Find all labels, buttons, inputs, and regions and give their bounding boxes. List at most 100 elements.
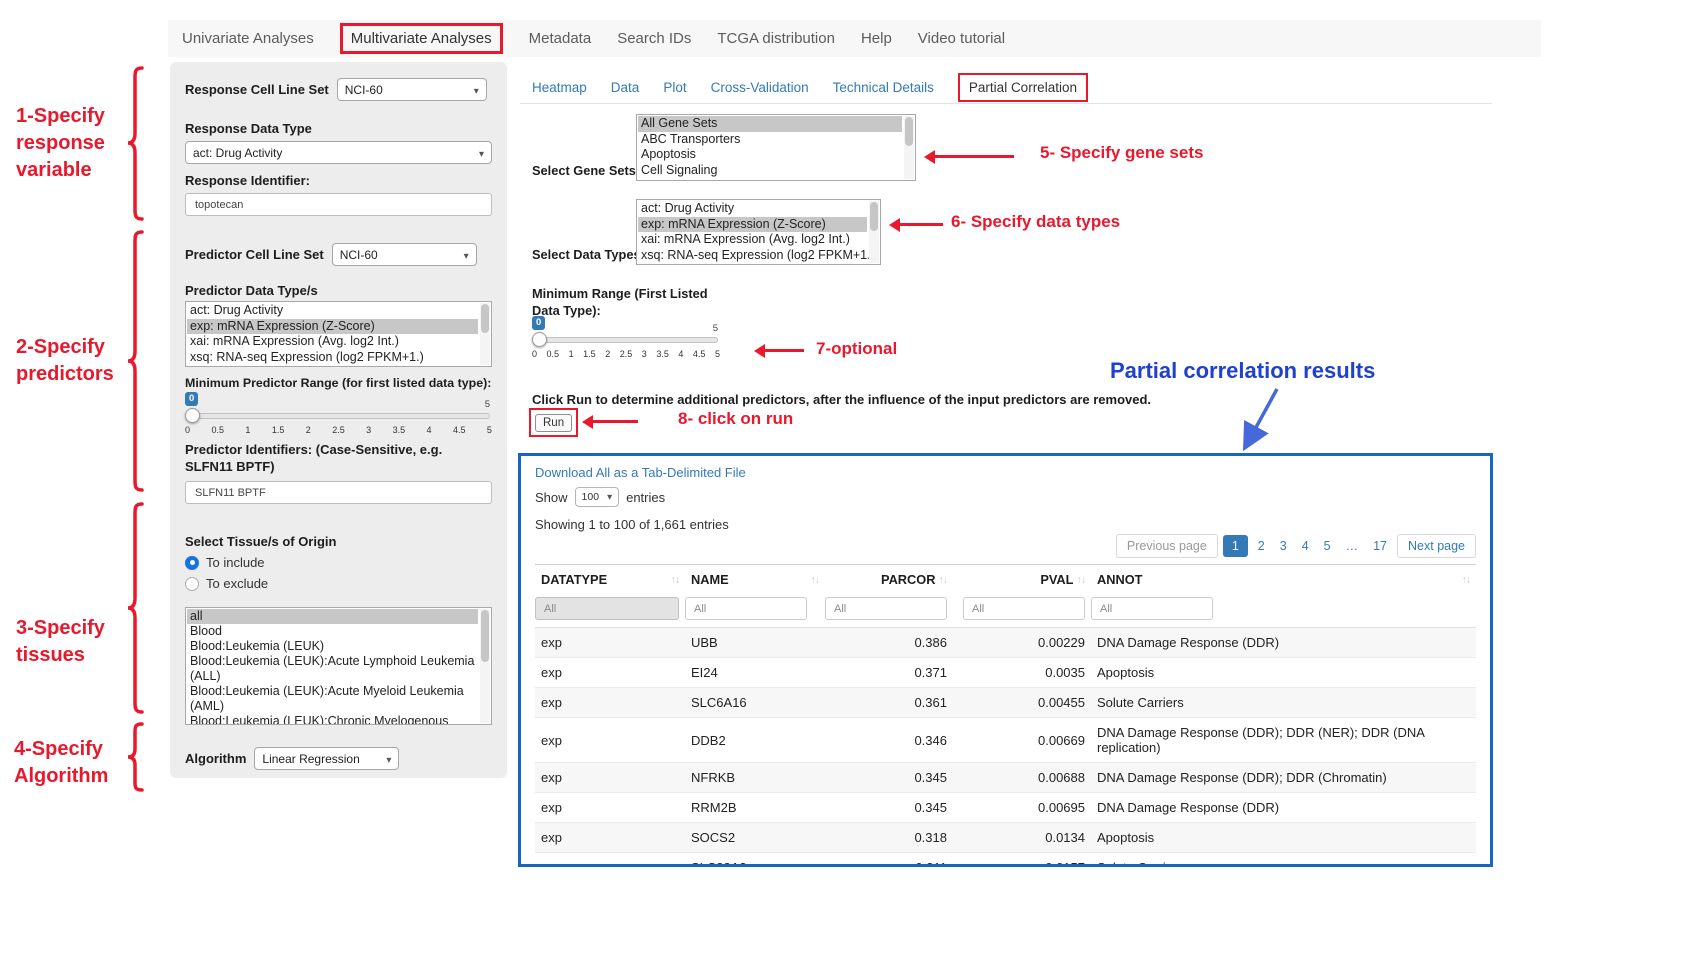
cell-name: SOCS2 — [685, 823, 825, 853]
scrollbar-thumb[interactable] — [905, 117, 913, 146]
column-label: DATATYPE — [541, 572, 607, 587]
listbox-option[interactable]: Blood:Leukemia (LEUK):Acute Lymphoid Leu… — [187, 654, 478, 684]
response-cell-line-set-row: Response Cell Line Set NCI-60 — [185, 78, 492, 101]
listbox-option[interactable]: Blood:Leukemia (LEUK) — [187, 639, 478, 654]
listbox-option[interactable]: xsq: RNA-seq Expression (log2 FPKM+1.) — [638, 248, 867, 264]
tab-plot[interactable]: Plot — [663, 80, 686, 95]
response-cell-line-set-value: NCI-60 — [345, 83, 383, 97]
pagination-page[interactable]: 2 — [1253, 536, 1270, 556]
scrollbar-thumb[interactable] — [870, 202, 878, 231]
listbox-option[interactable]: act: Drug Activity — [187, 303, 478, 319]
tick-label: 3.5 — [656, 349, 669, 359]
pagination-page-1-active[interactable]: 1 — [1223, 535, 1248, 557]
tick-label: 2.5 — [620, 349, 633, 359]
pagination-previous-button[interactable]: Previous page — [1116, 534, 1218, 558]
listbox-option[interactable]: xsq: RNA-seq Expression (log2 FPKM+1.) — [187, 350, 478, 366]
nav-item-video-tutorial[interactable]: Video tutorial — [918, 30, 1005, 47]
chevron-down-icon — [456, 248, 469, 262]
radio-to-include[interactable]: To include — [185, 555, 492, 570]
listbox-option[interactable]: Blood — [187, 624, 478, 639]
slider-handle[interactable] — [185, 408, 200, 423]
predictor-identifiers-input[interactable] — [185, 481, 492, 504]
column-header-annot[interactable]: ANNOT — [1091, 565, 1476, 595]
tick-label: 0 — [185, 425, 190, 435]
run-button[interactable]: Run — [535, 414, 572, 432]
cell-parcor: 0.346 — [825, 718, 953, 763]
download-tsv-link[interactable]: Download All as a Tab-Delimited File — [535, 465, 746, 480]
cell-datatype: exp — [535, 688, 685, 718]
pagination: Previous page 1 2 3 4 5 … 17 Next page — [535, 534, 1476, 558]
nav-item-tcga-distribution[interactable]: TCGA distribution — [717, 30, 835, 47]
radio-to-exclude[interactable]: To exclude — [185, 576, 492, 591]
tab-partial-correlation[interactable]: Partial Correlation — [958, 73, 1088, 102]
run-button-highlight: Run — [529, 408, 578, 437]
chevron-down-icon — [378, 752, 391, 766]
predictor-cell-line-set-select[interactable]: NCI-60 — [332, 243, 477, 266]
filter-annot-input[interactable] — [1091, 597, 1213, 620]
column-header-parcor[interactable]: PARCOR — [825, 565, 953, 595]
tab-cross-validation[interactable]: Cross-Validation — [711, 80, 809, 95]
cell-annot: DNA Damage Response (DDR) — [1091, 628, 1476, 658]
tab-data[interactable]: Data — [611, 80, 640, 95]
slider-track[interactable] — [534, 337, 718, 343]
scrollbar-thumb[interactable] — [481, 304, 489, 333]
tab-heatmap[interactable]: Heatmap — [532, 80, 587, 95]
listbox-option-selected[interactable]: exp: mRNA Expression (Z-Score) — [187, 319, 478, 335]
filter-pval-input[interactable] — [963, 597, 1085, 620]
scrollbar[interactable] — [904, 116, 914, 179]
listbox-option[interactable]: Blood:Leukemia (LEUK):Acute Myeloid Leuk… — [187, 684, 478, 714]
cell-name: RRM2B — [685, 793, 825, 823]
listbox-option[interactable]: Apoptosis — [638, 147, 902, 163]
tick-label: 3.5 — [393, 425, 406, 435]
scrollbar[interactable] — [480, 303, 490, 365]
pagination-page[interactable]: 17 — [1368, 536, 1392, 556]
cell-datatype: exp — [535, 718, 685, 763]
listbox-option[interactable]: act: Drug Activity — [638, 201, 867, 217]
page-size-select[interactable]: 100 — [575, 487, 620, 507]
tab-technical-details[interactable]: Technical Details — [833, 80, 934, 95]
algorithm-value: Linear Regression — [262, 752, 359, 766]
table-row: exp EI24 0.371 0.0035 Apoptosis — [535, 658, 1476, 688]
filter-datatype-input[interactable] — [535, 597, 679, 620]
brace-step1 — [126, 66, 146, 222]
pagination-page[interactable]: 5 — [1319, 536, 1336, 556]
annotation-step5: 5- Specify gene sets — [1040, 143, 1203, 163]
nav-item-help[interactable]: Help — [861, 30, 892, 47]
column-header-datatype[interactable]: DATATYPE — [535, 565, 685, 595]
listbox-option-selected[interactable]: exp: mRNA Expression (Z-Score) — [638, 217, 867, 233]
response-data-type-value: act: Drug Activity — [193, 146, 282, 160]
slider-handle[interactable] — [532, 332, 547, 347]
nav-item-univariate-analyses[interactable]: Univariate Analyses — [182, 30, 314, 47]
scrollbar[interactable] — [480, 609, 490, 723]
listbox-option-selected[interactable]: All Gene Sets — [638, 116, 902, 132]
pagination-page[interactable]: 3 — [1275, 536, 1292, 556]
listbox-option[interactable]: ABC Transporters — [638, 132, 902, 148]
filter-parcor-input[interactable] — [825, 597, 947, 620]
response-data-type-select[interactable]: act: Drug Activity — [185, 141, 492, 164]
scrollbar[interactable] — [869, 201, 879, 263]
pagination-next-button[interactable]: Next page — [1397, 534, 1476, 558]
column-header-name[interactable]: NAME — [685, 565, 825, 595]
pagination-ellipsis: … — [1341, 536, 1364, 556]
nav-item-search-ids[interactable]: Search IDs — [617, 30, 691, 47]
cell-datatype: exp — [535, 823, 685, 853]
nav-item-metadata[interactable]: Metadata — [529, 30, 592, 47]
filter-name-input[interactable] — [685, 597, 807, 620]
annotation-step4: 4-Specify Algorithm — [14, 736, 108, 790]
slider-track[interactable] — [187, 413, 490, 419]
min-predictor-range-slider: 0 5 0 0.5 1 1.5 2 2.5 3 3.5 4 4.5 5 — [185, 392, 492, 438]
tick-label: 5 — [487, 425, 492, 435]
listbox-option[interactable]: xai: mRNA Expression (Avg. log2 Int.) — [638, 232, 867, 248]
nav-item-multivariate-analyses[interactable]: Multivariate Analyses — [340, 23, 503, 54]
listbox-option[interactable]: Cell Signaling — [638, 163, 902, 179]
algorithm-select[interactable]: Linear Regression — [254, 747, 399, 770]
listbox-option[interactable]: Blood:Leukemia (LEUK):Chronic Myelogenou… — [187, 714, 478, 725]
scrollbar-thumb[interactable] — [481, 610, 489, 662]
listbox-option[interactable]: xai: mRNA Expression (Avg. log2 Int.) — [187, 334, 478, 350]
response-cell-line-set-select[interactable]: NCI-60 — [337, 78, 487, 101]
column-header-pval[interactable]: PVAL — [953, 565, 1091, 595]
table-row: exp SLC6A16 0.361 0.00455 Solute Carrier… — [535, 688, 1476, 718]
response-identifier-input[interactable] — [185, 193, 492, 216]
pagination-page[interactable]: 4 — [1297, 536, 1314, 556]
listbox-option-selected[interactable]: all — [187, 609, 478, 624]
